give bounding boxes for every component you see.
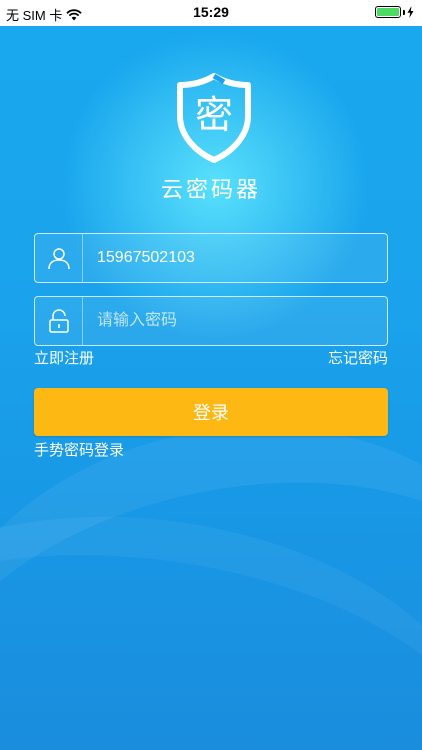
login-button[interactable]: 登录 bbox=[34, 388, 388, 436]
username-input[interactable] bbox=[97, 234, 377, 282]
user-icon-box bbox=[35, 234, 83, 282]
status-time: 15:29 bbox=[193, 4, 229, 20]
shield-logo-icon: 密 bbox=[177, 73, 251, 163]
battery-icon bbox=[375, 6, 414, 18]
password-input[interactable] bbox=[97, 297, 377, 345]
status-bar: 无 SIM 卡 15:29 bbox=[0, 0, 422, 26]
login-screen: 无 SIM 卡 15:29 密 云密码器 15967502103 立即注册 忘记… bbox=[0, 0, 422, 750]
forgot-password-link[interactable]: 忘记密码 bbox=[328, 347, 388, 368]
lock-icon-box bbox=[35, 297, 83, 345]
lock-icon bbox=[48, 309, 69, 333]
username-field[interactable] bbox=[34, 233, 388, 283]
gesture-login-link[interactable]: 手势密码登录 bbox=[34, 439, 124, 460]
register-link[interactable]: 立即注册 bbox=[34, 347, 94, 368]
user-icon bbox=[47, 248, 70, 270]
password-field[interactable] bbox=[34, 296, 388, 346]
logo-character: 密 bbox=[195, 93, 233, 137]
app-title: 云密码器 bbox=[160, 178, 261, 203]
charging-icon bbox=[407, 6, 414, 18]
